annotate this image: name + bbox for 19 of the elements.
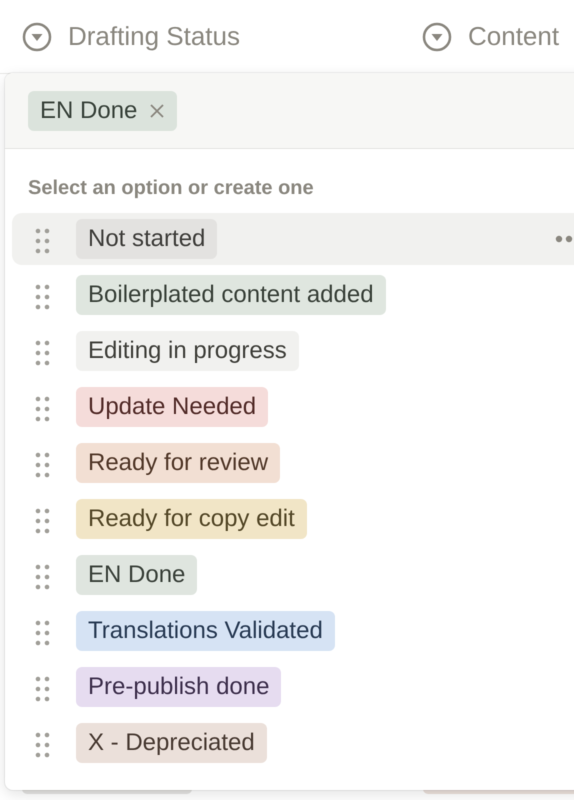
- dropdown-property-icon: [422, 22, 452, 52]
- selected-tag: EN Done: [28, 90, 178, 130]
- column-header[interactable]: Content: [468, 17, 560, 56]
- hint-text: Select an option or create one: [27, 176, 315, 201]
- option-tag[interactable]: Translations Validated: [76, 611, 335, 651]
- option-row[interactable]: Not started: [12, 213, 574, 265]
- option-tag[interactable]: EN Done: [76, 555, 198, 595]
- dropdown-property-icon: [22, 22, 52, 52]
- option-tag[interactable]: Ready for review: [76, 443, 280, 483]
- option-tag[interactable]: Not started: [76, 219, 218, 259]
- option-tag[interactable]: X - Depreciated: [76, 723, 267, 763]
- option-tag[interactable]: Pre-publish done: [76, 667, 282, 707]
- remove-icon[interactable]: [149, 102, 166, 118]
- option-tag[interactable]: Ready for copy edit: [76, 499, 307, 539]
- option-tag[interactable]: Boilerplated content added: [76, 275, 386, 315]
- more-icon[interactable]: [555, 235, 574, 243]
- option-tag[interactable]: Editing in progress: [76, 331, 299, 371]
- column-header[interactable]: Drafting Status: [68, 17, 240, 56]
- option-tag[interactable]: Update Needed: [76, 387, 268, 427]
